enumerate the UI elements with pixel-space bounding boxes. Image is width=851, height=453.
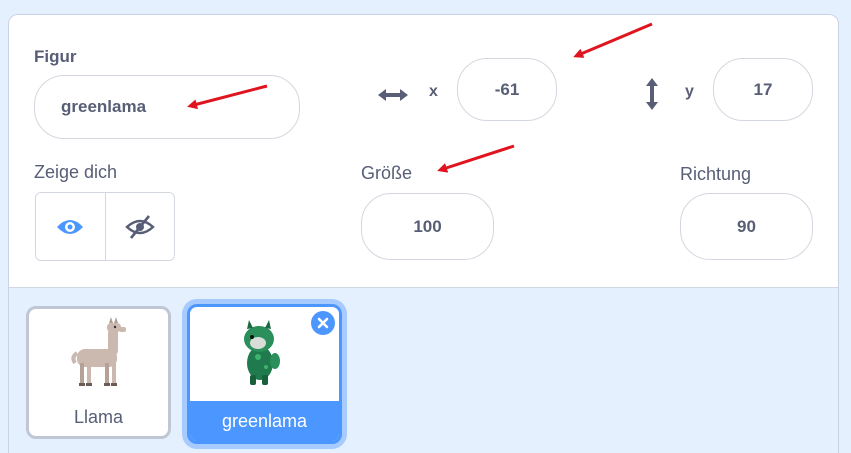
sprite-name-input[interactable]: greenlama [34, 75, 300, 139]
sprite-label: Figur [34, 47, 77, 66]
vertical-arrows-icon [646, 78, 658, 110]
y-label: y [685, 83, 694, 100]
show-button[interactable] [36, 193, 105, 260]
sprite-pane: Figur greenlama x -61 y 17 Zeige dich Gr… [8, 14, 839, 453]
direction-label: Richtung [680, 164, 752, 184]
size-label: Größe [361, 163, 413, 183]
horizontal-arrows-icon [378, 89, 408, 101]
eye-hidden-icon [124, 214, 155, 239]
sprite-tile-name: greenlama [190, 401, 339, 441]
llama-thumbnail [71, 317, 126, 386]
direction-input[interactable]: 90 [680, 193, 813, 260]
delete-sprite-button[interactable] [311, 311, 335, 335]
hide-button[interactable] [104, 193, 174, 260]
y-input[interactable]: 17 [713, 58, 813, 121]
close-icon [317, 317, 329, 329]
sprite-tile-greenlama[interactable]: greenlama [187, 304, 342, 444]
show-label: Zeige dich [34, 162, 118, 182]
sprite-tile-name: Llama [73, 406, 124, 427]
eye-icon [57, 219, 84, 234]
greenlama-thumbnail [244, 320, 280, 385]
x-label: x [429, 83, 438, 100]
sprite-info-panel: Figur greenlama x -61 y 17 Zeige dich Gr… [9, 15, 838, 288]
size-input[interactable]: 100 [361, 193, 494, 260]
x-input[interactable]: -61 [457, 58, 557, 121]
sprite-tile-llama[interactable]: Llama [26, 306, 171, 439]
visibility-toggle [35, 192, 175, 261]
